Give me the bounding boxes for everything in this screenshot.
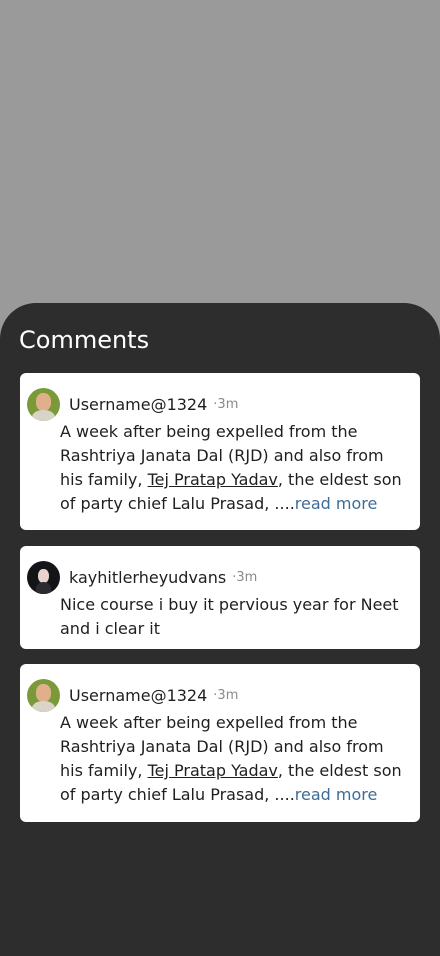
- read-more-link[interactable]: read more: [295, 494, 378, 513]
- comments-title: Comments: [19, 326, 150, 354]
- read-more-link[interactable]: read more: [295, 785, 378, 804]
- comment-card: Username@1324 · 3m A week after being ex…: [20, 664, 420, 822]
- comment-header: kayhitlerheyudvans · 3m: [27, 561, 257, 594]
- timestamp: 3m: [236, 570, 258, 585]
- mention-link[interactable]: Tej Pratap Yadav: [148, 761, 278, 780]
- comment-text: A week after being expelled from the Ras…: [60, 420, 406, 516]
- comment-card: Username@1324 · 3m A week after being ex…: [20, 373, 420, 530]
- username[interactable]: Username@1324: [69, 395, 207, 414]
- timestamp: 3m: [217, 397, 239, 412]
- comment-card: kayhitlerheyudvans · 3m Nice course i bu…: [20, 546, 420, 649]
- comment-text-part: Nice course i buy it pervious year for N…: [60, 595, 399, 638]
- avatar[interactable]: [27, 388, 60, 421]
- avatar[interactable]: [27, 561, 60, 594]
- comment-text: A week after being expelled from the Ras…: [60, 711, 406, 807]
- comment-text: Nice course i buy it pervious year for N…: [60, 593, 406, 641]
- comment-header: Username@1324 · 3m: [27, 388, 238, 421]
- avatar[interactable]: [27, 679, 60, 712]
- username[interactable]: Username@1324: [69, 686, 207, 705]
- timestamp: 3m: [217, 688, 239, 703]
- comment-header: Username@1324 · 3m: [27, 679, 238, 712]
- mention-link[interactable]: Tej Pratap Yadav: [148, 470, 278, 489]
- username[interactable]: kayhitlerheyudvans: [69, 568, 226, 587]
